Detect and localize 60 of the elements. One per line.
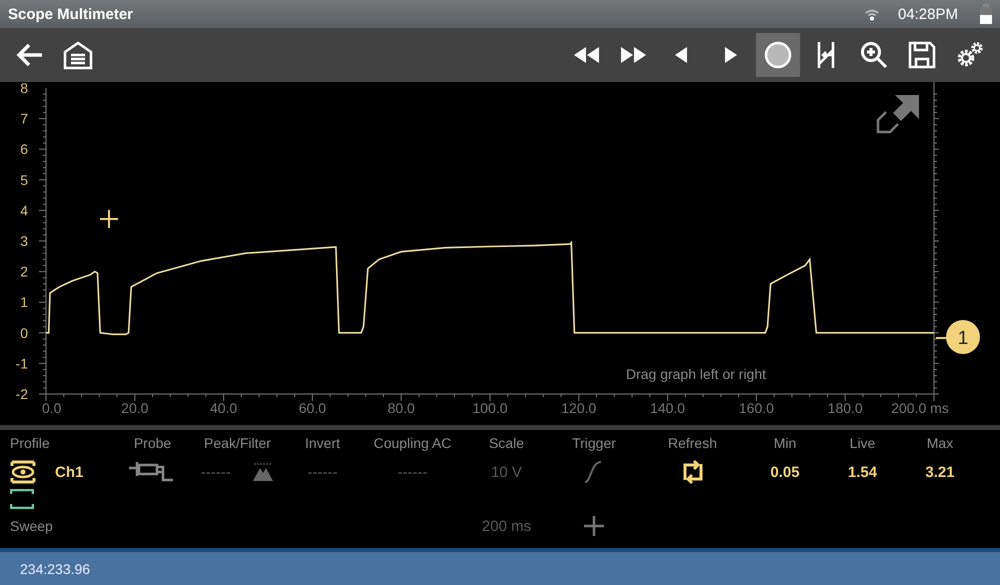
column-header: Profile xyxy=(10,435,50,451)
column-header: Invert xyxy=(304,435,340,451)
y-tick-label: 6 xyxy=(20,141,28,158)
marker-leader-line xyxy=(936,337,946,339)
toolbar-button[interactable] xyxy=(756,33,800,77)
y-tick-label: 4 xyxy=(20,202,28,218)
peak-icon[interactable] xyxy=(252,462,274,482)
record-icon xyxy=(763,40,793,70)
x-tick-label: 180.0 xyxy=(828,400,863,416)
drag-hint: Drag graph left or right xyxy=(626,366,766,382)
eye-icon[interactable] xyxy=(10,460,36,484)
setting-value[interactable]: Ch1 xyxy=(55,464,84,480)
y-tick-label: -2 xyxy=(16,386,28,402)
y-tick-label: 5 xyxy=(20,172,28,188)
column-header: Peak/Filter xyxy=(204,435,271,451)
channel-marker-label: 1 xyxy=(958,328,968,349)
x-tick-label: 140.0 xyxy=(650,400,686,416)
wifi-icon xyxy=(864,7,880,21)
column-header: Refresh xyxy=(668,435,718,451)
setting-value[interactable]: 1.54 xyxy=(848,464,878,480)
column-header: Min xyxy=(774,435,796,451)
sweep-label: Sweep xyxy=(10,518,53,534)
column-header: Live xyxy=(850,435,876,451)
y-tick-label: 3 xyxy=(20,233,28,249)
expand-icon[interactable] xyxy=(876,95,919,134)
crosshair-icon[interactable] xyxy=(99,209,119,229)
x-tick-label: 80.0 xyxy=(388,400,415,416)
app-title: Scope Multimeter xyxy=(8,6,134,22)
column-header: Probe xyxy=(134,435,172,451)
save-icon xyxy=(907,40,937,70)
column-header: Max xyxy=(926,435,954,451)
sweep-value[interactable]: 200 ms xyxy=(482,518,532,534)
y-tick-label: 8 xyxy=(20,82,28,96)
refresh-icon[interactable] xyxy=(680,460,704,484)
y-tick-label: 0 xyxy=(20,324,28,341)
x-tick-label: 60.0 xyxy=(298,400,326,416)
battery-icon xyxy=(980,4,992,24)
column-header: Coupling AC xyxy=(374,435,452,451)
x-tick-label: 160.0 xyxy=(738,400,774,416)
zoom-icon xyxy=(859,40,889,70)
channel-marker[interactable] xyxy=(946,320,980,354)
x-tick-label: 120.0 xyxy=(561,400,596,416)
x-tick-label: 40.0 xyxy=(210,400,238,416)
x-tick-label: 0.0 xyxy=(42,400,62,416)
plus-icon[interactable] xyxy=(584,516,604,536)
x-tick-label: 20.0 xyxy=(121,400,148,416)
y-tick-label: 2 xyxy=(20,264,28,280)
status-text: 234:233.96 xyxy=(20,560,90,576)
garage-icon xyxy=(63,40,93,70)
column-header: Scale xyxy=(488,435,524,451)
x-tick-label: 100.0 xyxy=(472,400,508,416)
bracket-icon[interactable] xyxy=(10,489,34,509)
y-tick-label: 1 xyxy=(20,294,28,310)
x-tick-label: 200.0 ms xyxy=(891,400,949,416)
clock-time: 04:28PM xyxy=(898,6,958,22)
setting-value[interactable]: 0.05 xyxy=(770,464,800,480)
y-tick-label: -1 xyxy=(16,355,28,372)
setting-value[interactable]: 3.21 xyxy=(925,464,955,480)
y-tick-label: 7 xyxy=(20,110,28,127)
column-header: Trigger xyxy=(572,435,616,451)
